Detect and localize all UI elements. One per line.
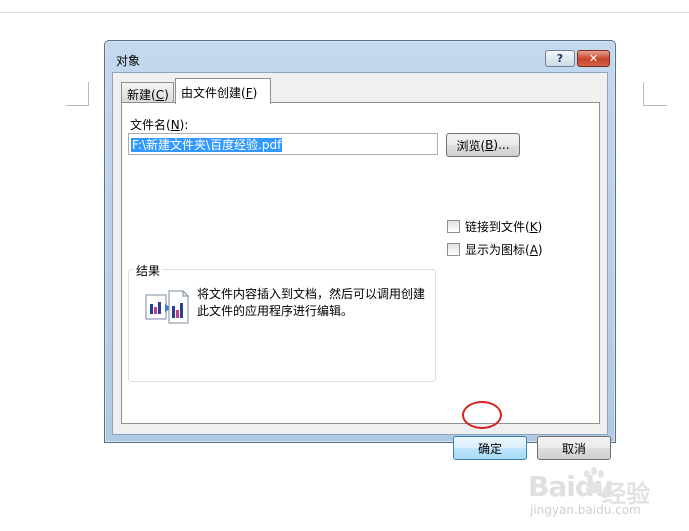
- tab-label: 由文件创建(: [181, 86, 246, 100]
- baidu-watermark: Baidu 经验 jingyan.baidu.com: [528, 466, 668, 517]
- cancel-button[interactable]: 取消: [537, 436, 611, 460]
- tab-access-key: C: [155, 88, 165, 102]
- insert-document-icon: [145, 290, 189, 331]
- result-description: 将文件内容插入到文档，然后可以调用创建此文件的应用程序进行编辑。: [197, 287, 426, 318]
- ok-button[interactable]: 确定: [453, 436, 527, 460]
- tab-create-from-file[interactable]: 由文件创建(F): [175, 78, 271, 104]
- tab-label-suffix: ): [252, 86, 258, 100]
- object-dialog: 对象 ? ✕ 新建(C) 由文件创建(F) 文件名(N): F:\新建文件夹\百…: [104, 40, 616, 460]
- filename-label: 文件名(N):: [130, 118, 189, 132]
- paw-logo-icon: [584, 467, 604, 494]
- page-top-rule: [0, 12, 689, 13]
- help-button[interactable]: ?: [545, 50, 575, 67]
- result-group: 结果 将文件内容插入到文档，然后可以调用创建此文件的应用程序进行编辑。: [128, 262, 436, 382]
- dialog-title: 对象: [116, 54, 141, 68]
- link-to-file-option[interactable]: 链接到文件(K): [447, 218, 542, 235]
- watermark-url: jingyan.baidu.com: [530, 503, 641, 517]
- display-as-icon-option[interactable]: 显示为图标(A): [447, 241, 543, 258]
- tab-label: 新建(: [127, 88, 156, 102]
- link-to-file-checkbox[interactable]: [447, 220, 460, 233]
- filename-input[interactable]: F:\新建文件夹\百度经验.pdf: [128, 133, 438, 155]
- dialog-client: 新建(C) 由文件创建(F) 文件名(N): F:\新建文件夹\百度经验.pdf…: [112, 72, 611, 460]
- margin-corner-mark: [88, 82, 89, 106]
- display-as-icon-checkbox[interactable]: [447, 243, 460, 256]
- close-button[interactable]: ✕: [577, 50, 610, 67]
- tab-label-suffix: ): [164, 88, 169, 102]
- display-as-icon-label: 显示为图标(A): [465, 243, 543, 257]
- result-title: 结果: [134, 262, 163, 279]
- filename-value: F:\新建文件夹\百度经验.pdf: [131, 138, 283, 152]
- margin-corner-mark: [66, 105, 89, 106]
- tab-access-key: F: [245, 86, 253, 100]
- tab-panel: 文件名(N): F:\新建文件夹\百度经验.pdf 浏览(B)... 链接到文件…: [121, 102, 600, 424]
- margin-corner-mark: [643, 82, 644, 106]
- margin-corner-mark: [643, 105, 667, 106]
- link-to-file-label: 链接到文件(K): [465, 220, 543, 234]
- tab-create-new[interactable]: 新建(C): [121, 82, 174, 102]
- browse-button[interactable]: 浏览(B)...: [446, 133, 520, 157]
